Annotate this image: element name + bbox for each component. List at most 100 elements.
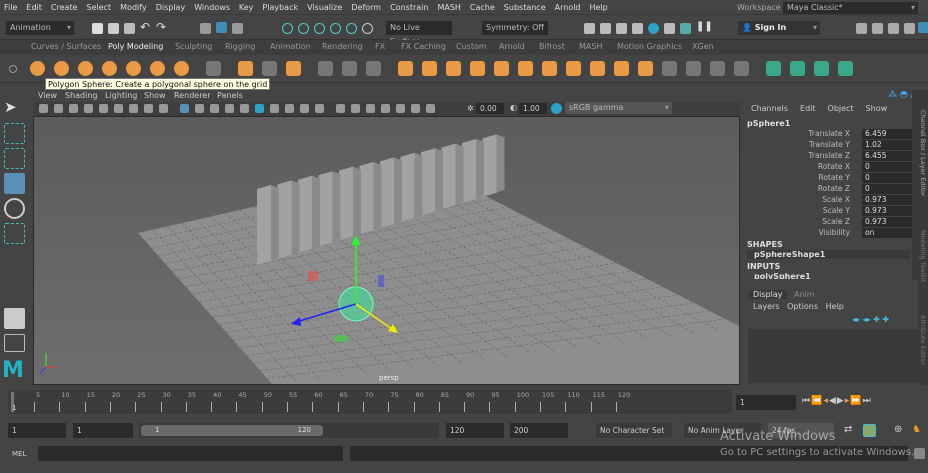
viewport-tool-icon[interactable]: [39, 104, 48, 113]
viewport-tool-icon[interactable]: [99, 104, 108, 113]
type-icon[interactable]: [262, 61, 277, 76]
select-component-icon[interactable]: [232, 23, 243, 34]
shelf-tab-poly-modeling[interactable]: Poly Modeling: [108, 42, 163, 51]
uv-spherical-icon[interactable]: [814, 61, 829, 76]
sign-in-button[interactable]: 👤 Sign In ▾: [738, 21, 820, 35]
shelf-tab-sculpting[interactable]: Sculpting: [175, 42, 212, 51]
shelf-tab-motion-graphics[interactable]: Motion Graphics: [617, 42, 682, 51]
poly-torus-icon[interactable]: [126, 61, 141, 76]
viewport-tool-icon[interactable]: [159, 104, 168, 113]
snap-surface-icon[interactable]: [346, 23, 357, 34]
domino[interactable]: [462, 139, 476, 203]
domino[interactable]: [298, 175, 312, 253]
character-icon[interactable]: ♞: [912, 424, 921, 435]
viewport-tool-icon[interactable]: [114, 104, 123, 113]
menu-display[interactable]: Display: [156, 3, 186, 12]
attribute-row[interactable]: Rotate Y 0: [742, 173, 912, 184]
attribute-row[interactable]: Rotate X 0: [742, 162, 912, 173]
redo-icon[interactable]: ↷: [156, 20, 166, 34]
auto-key-icon[interactable]: [863, 424, 876, 437]
uv-auto-icon[interactable]: [838, 61, 853, 76]
domino[interactable]: [482, 134, 497, 197]
shelf-tab-xgen[interactable]: XGen: [692, 42, 714, 51]
new-scene-icon[interactable]: [92, 23, 103, 34]
menu-help[interactable]: Help: [826, 302, 844, 311]
select-object-icon[interactable]: [216, 22, 227, 33]
select-tool-icon[interactable]: ➤: [4, 98, 25, 119]
viewport-tool-icon[interactable]: [144, 104, 153, 113]
svg-icon[interactable]: [286, 61, 301, 76]
domino[interactable]: [277, 180, 292, 259]
poly-disc-icon[interactable]: [174, 61, 189, 76]
save-scene-icon[interactable]: [124, 23, 135, 34]
viewport-menu-renderer[interactable]: Renderer: [174, 91, 211, 100]
viewport-menu-show[interactable]: Show: [144, 91, 166, 100]
menu-edit[interactable]: Edit: [26, 3, 42, 12]
menu-file[interactable]: File: [4, 3, 17, 12]
uv-cylindrical-icon[interactable]: [790, 61, 805, 76]
mel-label[interactable]: MEL: [12, 450, 26, 458]
render-current-icon[interactable]: [600, 23, 611, 34]
viewport-tool-icon[interactable]: [285, 104, 294, 113]
attribute-value[interactable]: 6.455: [862, 151, 912, 161]
delete-history-icon[interactable]: [342, 61, 357, 76]
snap-live-icon[interactable]: [362, 23, 373, 34]
timeline-ruler[interactable]: 5 10 15 20 25 30 35 40 45 50 55 60 65 70 75 80 85 90 95 100…: [8, 390, 732, 414]
single-view-icon[interactable]: [4, 308, 25, 329]
viewport-menu-lighting[interactable]: Lighting: [105, 91, 137, 100]
xz-plane-handle[interactable]: [334, 335, 348, 342]
boolean-icon[interactable]: [590, 61, 605, 76]
menu-playback[interactable]: Playback: [262, 3, 298, 12]
channel-menu-channels[interactable]: Channels: [751, 104, 788, 113]
menu-mash[interactable]: MASH: [437, 3, 460, 12]
tool-settings-icon[interactable]: [904, 23, 915, 34]
attribute-value[interactable]: 0: [862, 173, 912, 183]
go-to-start-icon[interactable]: ⏮: [802, 396, 811, 406]
poly-cone-icon[interactable]: [102, 61, 117, 76]
step-forward-key-icon[interactable]: ⏩: [850, 396, 862, 406]
poly-sphere-icon[interactable]: [30, 61, 45, 76]
render-view-icon[interactable]: [584, 23, 595, 34]
render-settings-icon[interactable]: [632, 23, 643, 34]
playback-start-field[interactable]: 1: [73, 423, 133, 438]
viewport-tool-icon[interactable]: [396, 104, 405, 113]
go-to-end-icon[interactable]: ⏭: [862, 396, 871, 406]
domino[interactable]: [441, 143, 456, 210]
current-frame-field[interactable]: 1: [736, 395, 796, 410]
viewport-tool-icon[interactable]: [129, 104, 138, 113]
menu-arnold[interactable]: Arnold: [555, 3, 581, 12]
viewport-tool-icon[interactable]: [300, 104, 309, 113]
viewport-tool-icon[interactable]: [69, 104, 78, 113]
anim-prefs-icon[interactable]: ⊕: [894, 424, 902, 435]
shelf-tab-arnold[interactable]: Arnold: [499, 42, 525, 51]
menu-key[interactable]: Key: [239, 3, 254, 12]
menu-create[interactable]: Create: [51, 3, 78, 12]
center-pivot-icon[interactable]: [318, 61, 333, 76]
menu-help[interactable]: Help: [590, 3, 608, 12]
viewport-tool-icon[interactable]: [84, 104, 93, 113]
menu-layers[interactable]: Layers: [753, 302, 779, 311]
attribute-row[interactable]: Translate Z 6.455: [742, 151, 912, 162]
viewport-menu-shading[interactable]: Shading: [65, 91, 98, 100]
open-scene-icon[interactable]: [108, 23, 119, 34]
attribute-value[interactable]: 0: [862, 162, 912, 172]
scale-tool-icon[interactable]: [4, 223, 25, 244]
attribute-value[interactable]: 1.02: [862, 140, 912, 150]
yz-plane-handle[interactable]: [378, 275, 384, 287]
shelf-tab-rigging[interactable]: Rigging: [225, 42, 255, 51]
fill-hole-icon[interactable]: [638, 61, 653, 76]
insert-loop-icon[interactable]: [710, 61, 725, 76]
viewport-tool-icon[interactable]: [315, 104, 324, 113]
snap-curve-icon[interactable]: [298, 23, 309, 34]
attribute-value[interactable]: 0.973: [862, 195, 912, 205]
menu-substance[interactable]: Substance: [504, 3, 546, 12]
menu-constrain[interactable]: Constrain: [390, 3, 428, 12]
smooth-icon[interactable]: [566, 61, 581, 76]
menu-select[interactable]: Select: [86, 3, 111, 12]
freeze-transform-icon[interactable]: [366, 61, 381, 76]
menu-deform[interactable]: Deform: [351, 3, 381, 12]
sweep-icon[interactable]: [238, 61, 253, 76]
layer-list[interactable]: [748, 329, 918, 383]
character-set-dropdown[interactable]: No Character Set: [596, 423, 672, 438]
time-slider[interactable]: 5 10 15 20 25 30 35 40 45 50 55 60 65 70 75 80 85 90 95 100…: [0, 388, 928, 416]
